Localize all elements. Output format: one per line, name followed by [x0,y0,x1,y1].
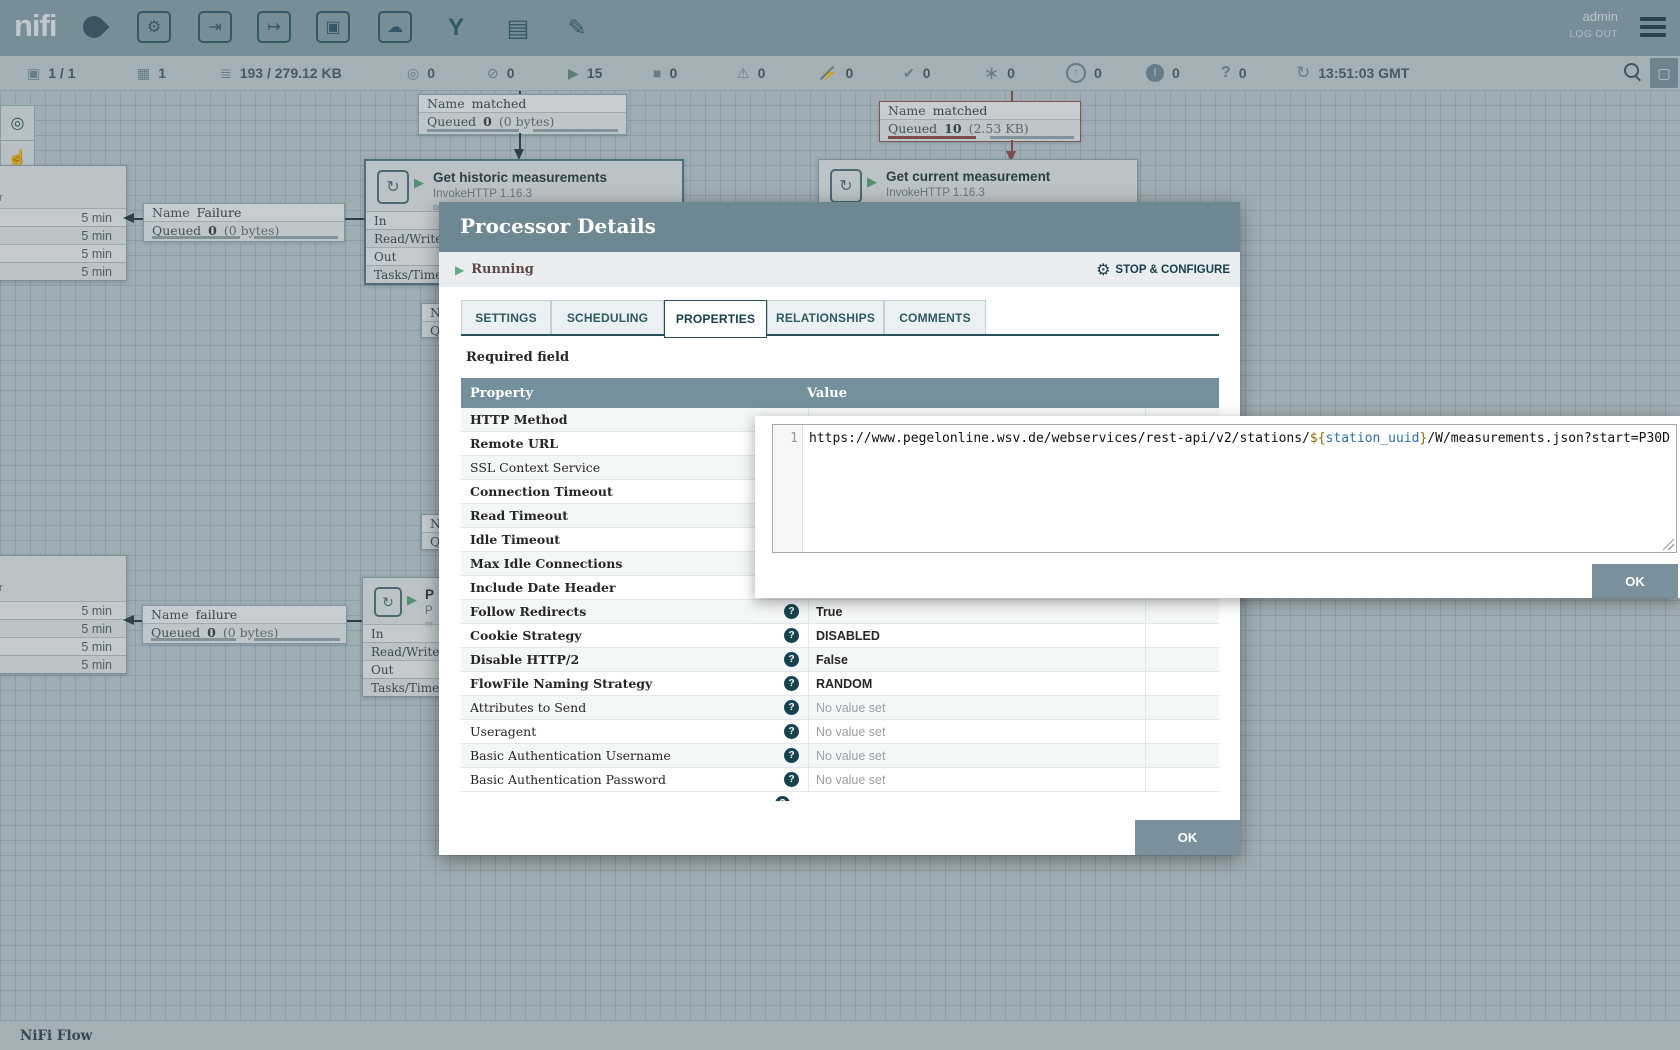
tab-relationships[interactable]: RELATIONSHIPS [767,300,884,335]
resize-handle-icon[interactable] [1663,539,1674,550]
property-row[interactable]: Basic Authentication Password?No value s… [461,768,1219,792]
help-icon: ? [775,796,790,801]
property-row[interactable]: Follow Redirects?True [461,600,1219,624]
dialog-status-row: ▶ Running ⚙ STOP & CONFIGURE [439,252,1240,287]
property-row-partial: ? [461,792,1219,801]
stop-configure-icon: ⚙ [1096,260,1110,280]
help-icon[interactable]: ? [784,724,799,739]
tab-properties[interactable]: PROPERTIES [664,300,767,338]
help-icon[interactable]: ? [784,772,799,787]
running-icon: ▶ [455,263,464,277]
tab-scheduling[interactable]: SCHEDULING [551,300,664,335]
value-editor-textarea[interactable]: 1 https://www.pegelonline.wsv.de/webserv… [772,424,1677,553]
property-row[interactable]: FlowFile Naming Strategy?RANDOM [461,672,1219,696]
property-row[interactable]: Basic Authentication Username?No value s… [461,744,1219,768]
help-icon[interactable]: ? [784,748,799,763]
line-number: 1 [790,431,798,446]
help-icon[interactable]: ? [784,676,799,691]
property-value-editor: 1 https://www.pegelonline.wsv.de/webserv… [755,416,1680,598]
help-icon[interactable]: ? [784,700,799,715]
property-row[interactable]: Disable HTTP/2?False [461,648,1219,672]
dialog-ok-button[interactable]: OK [1135,820,1240,855]
property-column-header: Property [461,386,800,401]
table-header: Property Value [461,378,1219,408]
tab-comments[interactable]: COMMENTS [884,300,986,335]
editor-ok-button[interactable]: OK [1592,564,1678,598]
line-number-gutter: 1 [773,425,803,552]
expression-variable: station_uuid [1326,431,1420,446]
nifi-app: ◎ ☝ r 5 min 5 min 5 min 5 min NameFailur… [0,0,1680,1050]
run-state: Running [471,262,534,277]
value-code-line[interactable]: https://www.pegelonline.wsv.de/webservic… [803,425,1676,552]
expression-open: ${ [1310,431,1326,446]
help-icon[interactable]: ? [784,628,799,643]
help-icon[interactable]: ? [784,652,799,667]
property-row[interactable]: Cookie Strategy?DISABLED [461,624,1219,648]
tab-settings[interactable]: SETTINGS [461,300,551,335]
dialog-tabs: SETTINGS SCHEDULING PROPERTIES RELATIONS… [461,300,1219,336]
help-icon[interactable]: ? [784,604,799,619]
property-row[interactable]: Useragent?No value set [461,720,1219,744]
property-row[interactable]: Attributes to Send?No value set [461,696,1219,720]
dialog-title: Processor Details [439,202,1240,238]
required-field-note: Required field [466,350,569,365]
stop-and-configure-button[interactable]: ⚙ STOP & CONFIGURE [1096,260,1230,280]
dialog-header: Processor Details [439,202,1240,252]
value-column-header: Value [800,386,847,401]
